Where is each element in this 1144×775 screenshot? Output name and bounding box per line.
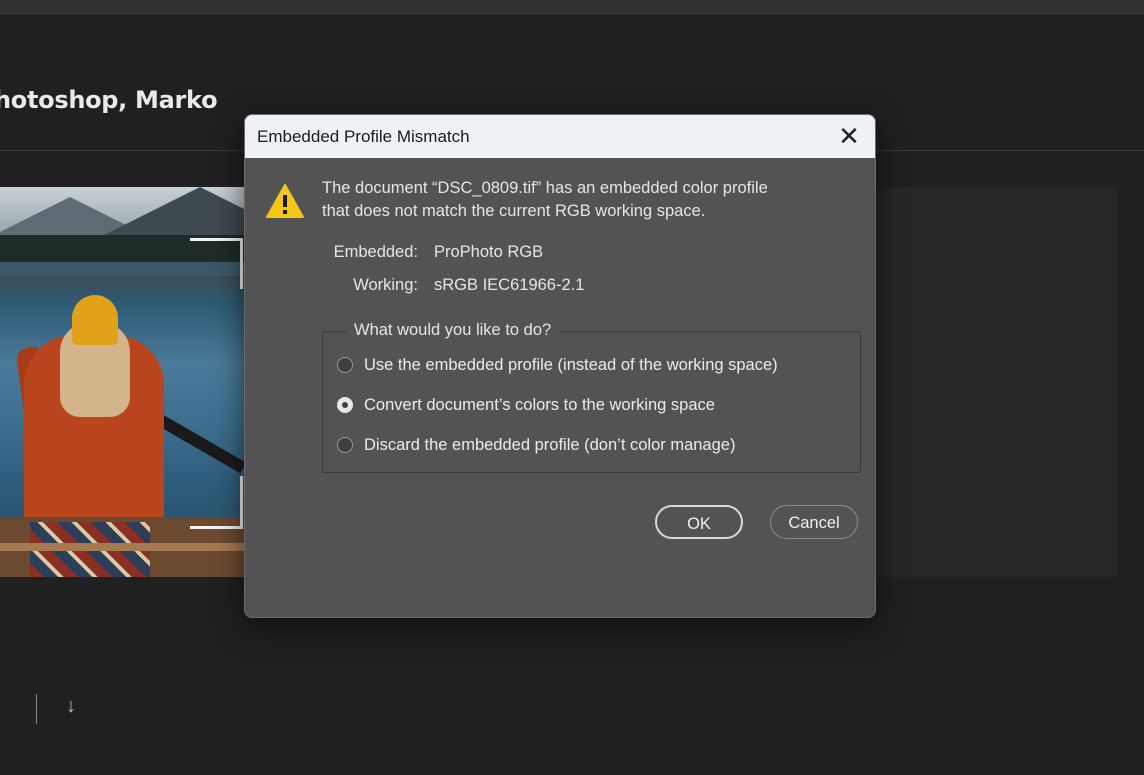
ok-button[interactable]: OK <box>655 505 743 539</box>
dialog-message: The document “DSC_0809.tif” has an embed… <box>322 177 842 223</box>
embedded-label: Embedded: <box>333 243 418 261</box>
message-line: The document “DSC_0809.tif” has an embed… <box>322 179 768 197</box>
mountain-shape <box>90 187 246 242</box>
radio-label: Discard the embedded profile (don’t colo… <box>364 435 736 454</box>
content-panel <box>860 187 1118 577</box>
close-icon[interactable]: ✕ <box>831 121 867 151</box>
radio-label: Use the embedded profile (instead of the… <box>364 355 778 374</box>
crop-corner-icon <box>190 238 243 289</box>
options-group-legend: What would you like to do? <box>346 321 560 340</box>
working-label: Working: <box>353 276 418 294</box>
paddle <box>153 412 246 474</box>
working-value: sRGB IEC61966-2.1 <box>434 276 585 294</box>
canoe-seat <box>0 543 246 551</box>
welcome-heading: hotoshop, Marko <box>0 86 218 114</box>
toolbar-separator <box>36 694 37 724</box>
radio-discard-profile[interactable]: Discard the embedded profile (don’t colo… <box>337 433 735 457</box>
radio-convert-colors[interactable]: Convert document’s colors to the working… <box>337 393 715 417</box>
hat <box>72 295 118 345</box>
dialog-title: Embedded Profile Mismatch <box>257 127 470 146</box>
download-icon[interactable]: ↓ <box>66 696 76 716</box>
radio-button[interactable] <box>337 357 353 373</box>
warning-icon <box>266 184 304 218</box>
message-line: that does not match the current RGB work… <box>322 202 706 220</box>
crop-corner-icon <box>190 476 243 529</box>
cancel-button[interactable]: Cancel <box>770 505 858 539</box>
embedded-value: ProPhoto RGB <box>434 243 544 261</box>
dialog-titlebar: Embedded Profile Mismatch ✕ <box>245 115 875 158</box>
radio-button[interactable] <box>337 397 353 413</box>
radio-button[interactable] <box>337 437 353 453</box>
radio-use-embedded[interactable]: Use the embedded profile (instead of the… <box>337 353 778 377</box>
embedded-profile-mismatch-dialog: Embedded Profile Mismatch ✕ The document… <box>244 114 876 618</box>
radio-label: Convert document’s colors to the working… <box>364 395 715 414</box>
app-top-bar <box>0 0 1144 15</box>
